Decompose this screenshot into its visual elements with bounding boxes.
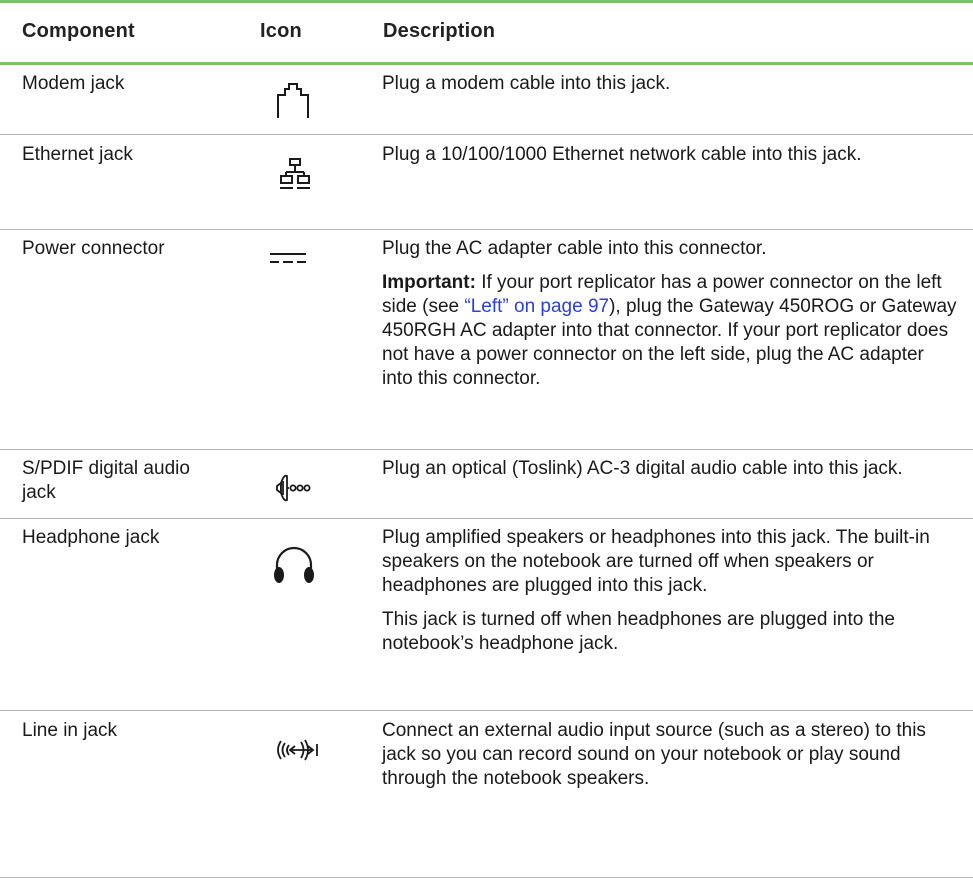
component-description: Plug the AC adapter cable into this conn…	[382, 238, 957, 389]
component-description: Plug amplified speakers or headphones in…	[382, 527, 930, 654]
column-header-icon: Icon	[260, 20, 302, 42]
row-divider	[0, 710, 973, 711]
component-description: Plug an optical (Toslink) AC-3 digital a…	[382, 458, 903, 479]
dc-power-icon	[270, 253, 306, 263]
modem-jack-icon	[277, 83, 309, 118]
component-name: Headphone jack	[22, 527, 160, 548]
row-divider	[0, 134, 973, 135]
ethernet-jack-icon	[280, 158, 310, 189]
header-bottom-rule	[0, 62, 973, 65]
column-header-component: Component	[22, 20, 135, 42]
line-in-icon	[277, 739, 318, 761]
row-divider	[0, 449, 973, 450]
row-divider	[0, 229, 973, 230]
component-description: Plug a 10/100/1000 Ethernet network cabl…	[382, 144, 862, 165]
row-divider	[0, 518, 973, 519]
spdif-icon	[276, 474, 311, 502]
table-top-rule	[0, 0, 973, 3]
component-name: Line in jack	[22, 720, 118, 741]
component-name: Ethernet jack	[22, 144, 133, 165]
component-name: Power connector	[22, 238, 165, 259]
connector-table: Component Icon Description Modem jack Pl…	[0, 0, 973, 883]
column-header-description: Description	[383, 20, 496, 42]
important-label: Important:	[382, 272, 476, 293]
component-name: S/PDIF digital audio jack	[22, 458, 190, 503]
component-name: Modem jack	[22, 73, 125, 94]
important-note: Important: If your port replicator has a…	[382, 272, 957, 389]
page-reference-link[interactable]: “Left” on page 97	[464, 296, 609, 317]
table-bottom-rule	[0, 877, 973, 878]
component-description: Plug a modem cable into this jack.	[382, 73, 671, 94]
headphone-icon	[274, 546, 314, 583]
component-description: Connect an external audio input source (…	[382, 720, 926, 789]
